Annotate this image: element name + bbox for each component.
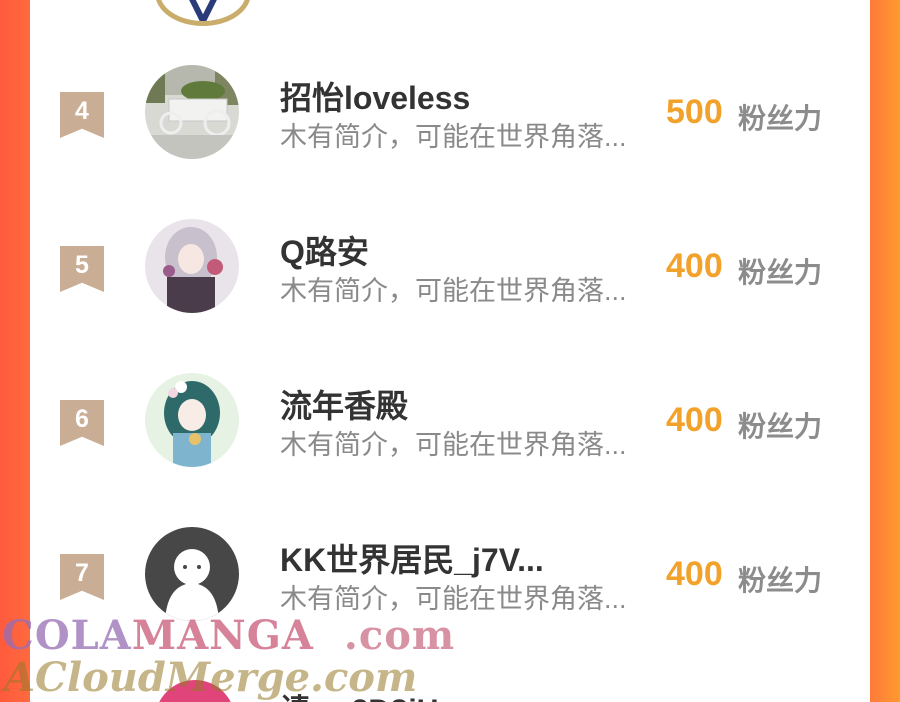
fan-power-score: 400 — [666, 401, 723, 439]
watermark-colamanga: COLAMANGA .com — [2, 612, 456, 659]
user-name[interactable]: 流年香殿 — [280, 381, 408, 427]
user-bio: 木有简介，可能在世界角落... — [280, 584, 627, 614]
fan-power-unit: 粉丝力 — [738, 103, 823, 134]
user-avatar[interactable] — [145, 65, 239, 159]
previous-user-avatar[interactable] — [155, 0, 251, 26]
rank-badge: 4 — [60, 92, 104, 138]
watermark-acloudmerge: ACloudMerge.com — [4, 654, 418, 701]
user-avatar[interactable] — [145, 219, 239, 313]
user-bio: 木有简介，可能在世界角落... — [280, 430, 627, 460]
rank-badge: 6 — [60, 400, 104, 446]
fan-power-unit: 粉丝力 — [738, 257, 823, 288]
rank-badge: 5 — [60, 246, 104, 292]
rank-badge: 7 — [60, 554, 104, 600]
fan-power-score: 500 — [666, 93, 723, 131]
fan-power-score: 400 — [666, 555, 723, 593]
user-name[interactable]: KK世界居民_j7V... — [280, 535, 544, 581]
ranking-card: 4 招怡loveless 木有简介，可能在世界角落... 500 粉丝力 5 Q… — [30, 0, 870, 702]
fan-power-unit: 粉丝力 — [738, 565, 823, 596]
default-avatar-icon[interactable] — [145, 527, 239, 621]
fan-power-score: 400 — [666, 247, 723, 285]
ranking-row[interactable]: 6 流年香殿 木有简介，可能在世界角落... 400 粉丝力 — [30, 373, 870, 513]
user-avatar[interactable] — [145, 373, 239, 467]
user-name[interactable]: 招怡loveless — [280, 73, 470, 119]
ranking-row[interactable]: 4 招怡loveless 木有简介，可能在世界角落... 500 粉丝力 — [30, 65, 870, 205]
ranking-row[interactable]: 5 Q路安 木有简介，可能在世界角落... 400 粉丝力 — [30, 219, 870, 359]
fan-power-unit: 粉丝力 — [738, 411, 823, 442]
user-name[interactable]: Q路安 — [280, 227, 369, 273]
user-bio: 木有简介，可能在世界角落... — [280, 122, 627, 152]
user-bio: 木有简介，可能在世界角落... — [280, 276, 627, 306]
